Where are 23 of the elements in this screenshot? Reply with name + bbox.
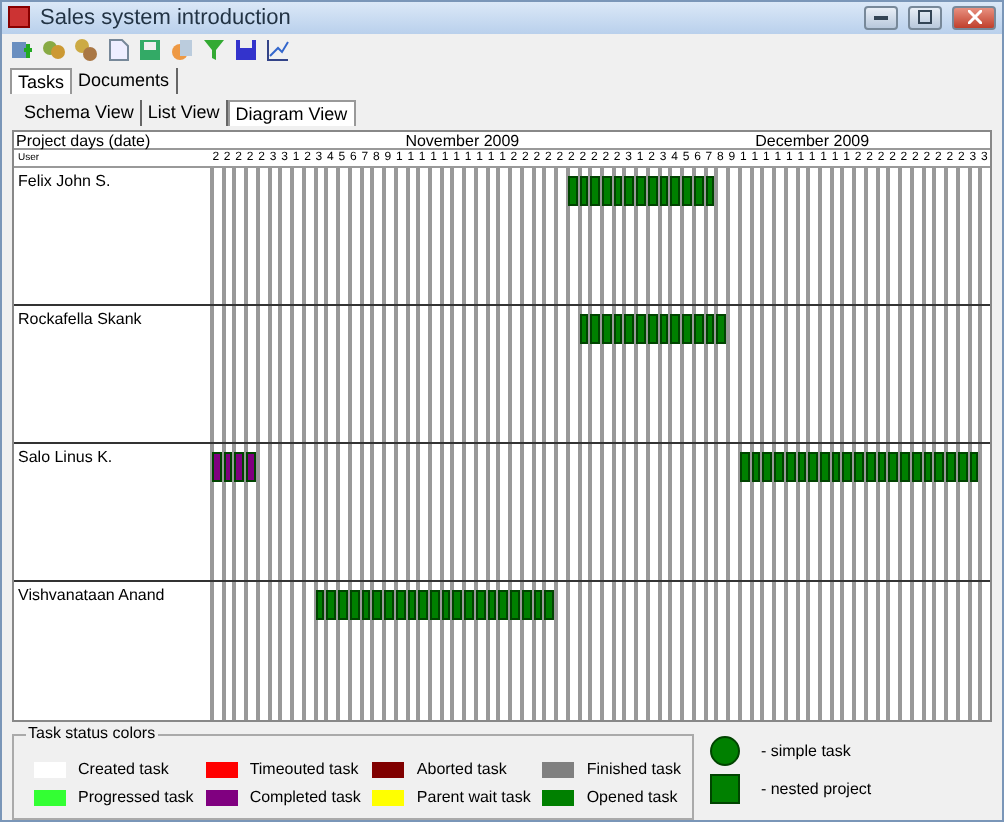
header-label: Project days (date)	[14, 131, 153, 150]
legend-label: Created task	[78, 760, 169, 779]
legend-label: Completed task	[249, 788, 361, 807]
symbol-label: - simple task	[760, 741, 851, 760]
legend-label: Progressed task	[78, 788, 194, 807]
month-label: December 2009	[753, 131, 872, 150]
view-tab[interactable]: Diagram View	[227, 99, 356, 126]
user-name: Rockafella Skank	[16, 307, 144, 332]
legend-label: Finished task	[586, 760, 681, 779]
legend-label: Opened task	[586, 788, 678, 807]
user-name: Felix John S.	[16, 169, 113, 194]
view-tab[interactable]: Schema View	[18, 99, 142, 126]
user-name: Salo Linus K.	[16, 446, 115, 471]
legend-title: Task status colors	[26, 723, 158, 742]
tab[interactable]: Tasks	[10, 67, 73, 94]
symbol-label: - nested project	[760, 779, 872, 798]
user-name: Vishvanataan Anand	[16, 584, 167, 609]
tab[interactable]: Documents	[72, 67, 178, 94]
legend-label: Parent wait task	[416, 788, 531, 807]
window-title: Sales system introduction	[40, 5, 291, 30]
legend-label: Timeouted task	[249, 760, 359, 779]
legend-label: Aborted task	[416, 760, 507, 779]
month-label: November 2009	[403, 131, 522, 150]
